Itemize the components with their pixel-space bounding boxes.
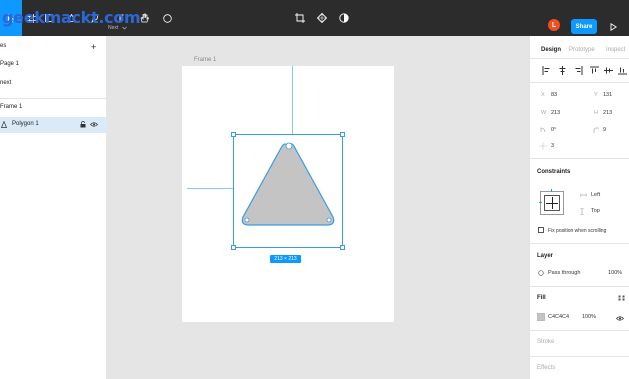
blend-mode-select[interactable]: Pass through [548,270,580,276]
y-label: Y [594,92,598,98]
pages-header: es [0,43,7,49]
polygon-shape[interactable] [237,139,339,231]
layers-panel: es + Page 1 next Frame 1 Polygon 1 [0,36,107,379]
fill-swatch[interactable] [537,313,545,321]
w-input[interactable]: 213 [551,110,560,116]
align-right-icon[interactable] [574,66,583,75]
layer-label: Polygon 1 [12,121,39,127]
w-label: W [541,110,547,116]
blend-mode-icon [538,270,544,276]
layer-item-frame-1[interactable]: Frame 1 [0,104,22,110]
count-icon [539,142,547,150]
x-input[interactable]: 83 [551,92,557,98]
resize-handle-top-right[interactable] [340,132,345,137]
page-item-page-1[interactable]: Page 1 [0,61,19,67]
align-left-icon[interactable] [542,66,551,75]
corner-radius-icon [593,127,599,133]
polygon-layer-icon [1,121,7,128]
stroke-title: Stroke [537,339,555,345]
count-input[interactable]: 3 [551,143,554,149]
h-label: H [594,110,598,116]
resize-handle-top-left[interactable] [231,132,236,137]
tab-prototype[interactable]: Prototype [569,47,595,53]
divider [530,58,629,59]
fill-opacity-input[interactable]: 100% [582,314,596,320]
properties-panel: Design Prototype Inspect X 83 Y 131 W 21… [529,36,629,379]
effects-title: Effects [537,365,556,371]
component-icon [317,13,327,23]
vertical-constraint-icon [580,208,584,215]
tab-inspect[interactable]: Inspect [606,47,625,53]
avatar[interactable]: L [548,19,560,31]
align-top-icon[interactable] [590,66,599,75]
rotation-icon [540,127,546,133]
share-button[interactable]: Share [571,19,597,34]
component-button[interactable] [315,0,329,36]
page-item-next[interactable]: next [0,80,11,86]
rotation-input[interactable]: 0° [551,127,556,133]
crop-icon [295,13,305,23]
vertex-handle[interactable] [285,142,293,150]
constraints-title: Constraints [537,169,571,175]
y-input[interactable]: 131 [603,92,612,98]
contrast-icon [339,13,349,23]
comment-icon [162,13,172,23]
h-input[interactable]: 213 [603,110,612,116]
vertex-handle[interactable] [244,217,250,223]
resize-handle-bottom-left[interactable] [231,245,236,250]
divider [530,243,629,244]
lock-icon[interactable] [80,121,86,128]
divider [0,98,107,99]
align-bottom-icon[interactable] [618,66,627,75]
horizontal-constraint-icon [580,193,587,197]
tab-design[interactable]: Design [541,47,561,53]
fix-position-checkbox[interactable] [538,227,544,233]
eye-icon[interactable] [616,316,624,321]
align-middle-icon[interactable] [604,66,613,75]
constraint-horizontal-select[interactable]: Left [591,192,600,198]
play-icon [610,22,617,31]
guide-line-vertical [292,66,293,134]
x-label: X [541,92,545,98]
hand-icon [140,13,149,23]
layer-opacity-input[interactable]: 100% [608,270,622,276]
size-label: 213 × 213 [270,255,301,263]
fix-position-label: Fix position when scrolling [548,228,607,234]
vertex-handle[interactable] [326,217,332,223]
crop-button[interactable] [293,0,307,36]
present-button[interactable] [608,19,618,34]
frame-label[interactable]: Frame 1 [194,57,216,63]
corner-radius-input[interactable]: 9 [603,127,606,133]
constraint-left-marker [539,202,542,203]
layer-title: Layer [537,253,554,259]
constraints-widget[interactable] [540,191,564,215]
fill-title: Fill [537,295,546,301]
divider [530,356,629,357]
contrast-button[interactable] [337,0,351,36]
divider [530,330,629,331]
divider [530,82,629,83]
constraint-vertical-select[interactable]: Top [591,208,600,214]
divider [530,158,629,159]
layer-item-polygon-1[interactable]: Polygon 1 [0,117,107,133]
divider [530,286,629,287]
align-center-horizontal-icon[interactable] [558,66,567,75]
fill-hex-input[interactable]: C4C4C4 [548,314,569,320]
resize-handle-bottom-right[interactable] [340,245,345,250]
add-page-icon[interactable]: + [91,42,96,52]
comment-tool-button[interactable] [160,0,174,36]
watermark: geekmackt.com [2,8,141,27]
guide-line-horizontal [187,188,233,189]
eye-icon[interactable] [90,122,98,127]
canvas[interactable]: Frame 1 213 × 213 [107,36,529,379]
constraint-top-marker [551,189,552,192]
style-grid-icon[interactable] [618,295,625,301]
